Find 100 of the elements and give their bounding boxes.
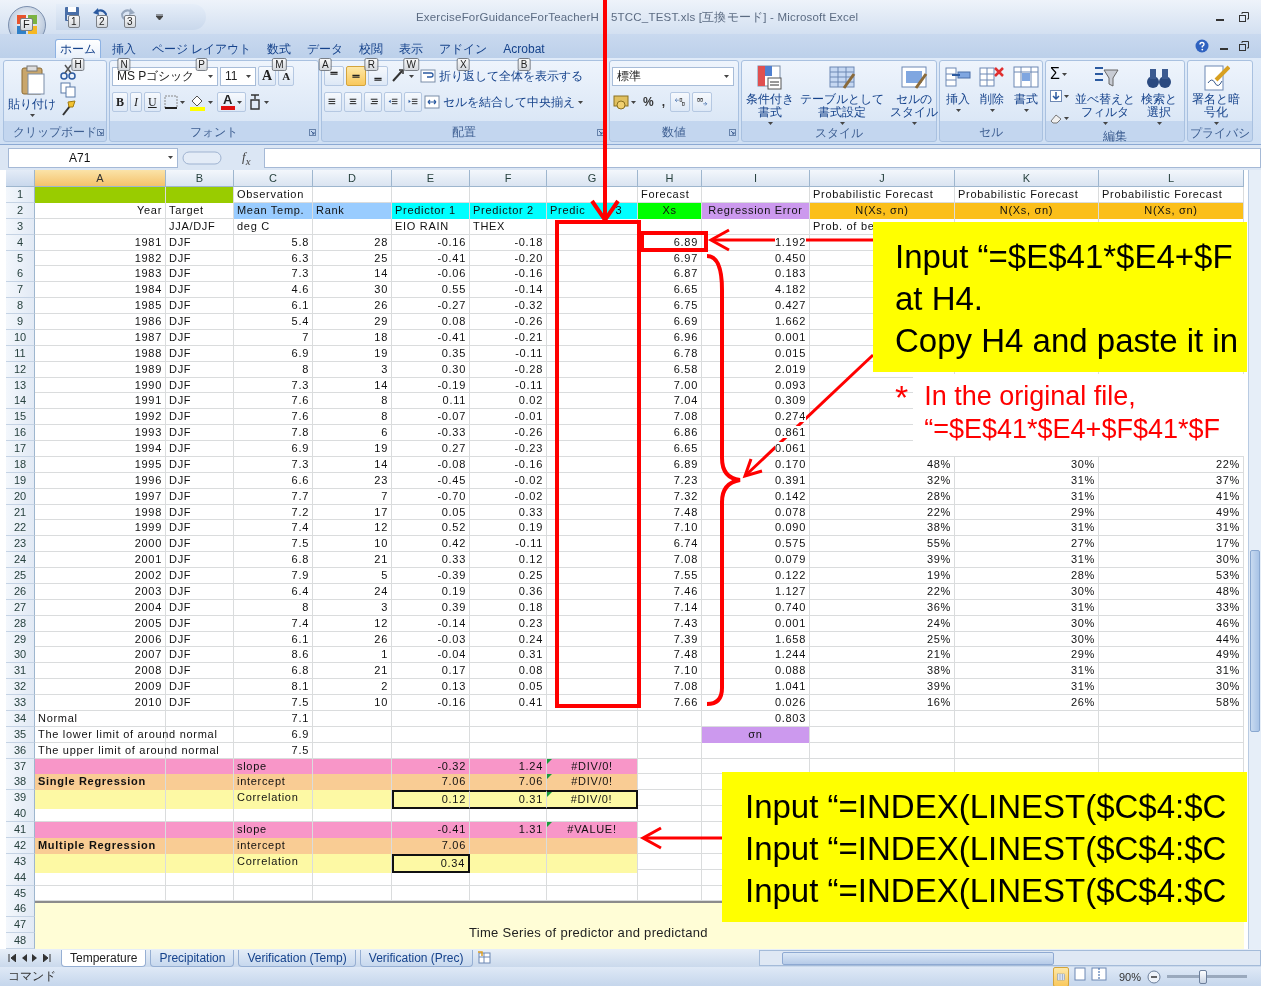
- next-sheet-icon[interactable]: [32, 954, 38, 962]
- row-header[interactable]: 25: [6, 568, 35, 584]
- caret-icon[interactable]: [1213, 122, 1219, 125]
- column-header[interactable]: D: [313, 170, 392, 187]
- column-header[interactable]: E: [392, 170, 470, 187]
- decrease-decimal-icon[interactable]: [692, 92, 712, 112]
- row-header[interactable]: 15: [6, 409, 35, 426]
- bold-button[interactable]: B: [112, 92, 128, 112]
- name-box[interactable]: A71: [8, 147, 178, 168]
- sheet-tab[interactable]: Verification (Temp): [238, 949, 356, 967]
- align-right-icon[interactable]: [364, 92, 382, 112]
- row-header[interactable]: 46: [6, 901, 35, 918]
- row-header[interactable]: 31: [6, 663, 35, 680]
- row-header[interactable]: 22: [6, 520, 35, 537]
- caret-icon[interactable]: [1061, 72, 1067, 76]
- sheet-tab[interactable]: Temperature: [61, 949, 147, 967]
- row-header[interactable]: 9: [6, 314, 35, 330]
- scissors-icon[interactable]: [60, 64, 76, 80]
- caret-icon[interactable]: [29, 114, 35, 117]
- ribbon-button[interactable]: 署名と暗 号化: [1190, 64, 1242, 125]
- row-header[interactable]: 7: [6, 282, 35, 299]
- ribbon-tab[interactable]: Acrobat: [498, 39, 550, 58]
- ribbon-button[interactable]: セルの スタイル: [888, 64, 940, 125]
- caret-icon[interactable]: [724, 74, 729, 78]
- ribbon-button[interactable]: 書式: [1010, 64, 1042, 123]
- ribbon-tab[interactable]: 挿入: [107, 39, 141, 58]
- caret-icon[interactable]: [767, 122, 773, 125]
- previous-sheet-icon[interactable]: [21, 954, 27, 962]
- last-sheet-icon[interactable]: [43, 954, 51, 962]
- ribbon-button[interactable]: 条件付き 書式: [744, 64, 796, 125]
- caret-icon[interactable]: [911, 122, 917, 125]
- align-left-icon[interactable]: [324, 92, 342, 112]
- dialog-launcher-icon[interactable]: [309, 129, 316, 136]
- row-header[interactable]: 6: [6, 266, 35, 283]
- row-header[interactable]: 47: [6, 917, 35, 934]
- underline-button[interactable]: U: [144, 92, 161, 112]
- currency-icon[interactable]: [612, 93, 638, 111]
- row-header[interactable]: 17: [6, 441, 35, 457]
- merge-center-button[interactable]: セルを結合して中央揃え: [424, 91, 583, 113]
- caret-icon[interactable]: [989, 109, 995, 112]
- ribbon-button[interactable]: 挿入: [942, 64, 974, 123]
- scroll-thumb[interactable]: [1250, 550, 1260, 732]
- row-header[interactable]: 14: [6, 393, 35, 410]
- dialog-launcher-icon[interactable]: [597, 129, 604, 136]
- ribbon-tab[interactable]: ホーム: [55, 39, 101, 58]
- align-center-icon[interactable]: [344, 92, 362, 112]
- decrease-indent-icon[interactable]: [384, 92, 402, 112]
- fill-color-icon[interactable]: [188, 93, 215, 111]
- align-top-icon[interactable]: [324, 66, 344, 86]
- row-header[interactable]: 32: [6, 679, 35, 696]
- caret-icon[interactable]: [955, 109, 961, 112]
- column-header[interactable]: C: [234, 170, 313, 187]
- row-header[interactable]: 16: [6, 425, 35, 442]
- dialog-launcher-icon[interactable]: [97, 129, 104, 136]
- restore-icon[interactable]: [1239, 12, 1249, 22]
- column-header[interactable]: I: [702, 170, 810, 187]
- format-painter-icon[interactable]: [60, 100, 76, 116]
- font-color-button[interactable]: A: [216, 92, 246, 112]
- help-icon[interactable]: [1195, 39, 1209, 53]
- paste-button[interactable]: 貼り付け: [6, 64, 58, 123]
- caret-icon[interactable]: [839, 122, 845, 125]
- percent-button[interactable]: %: [640, 95, 657, 109]
- ribbon-tab[interactable]: データ: [302, 39, 349, 58]
- column-header[interactable]: G: [547, 170, 638, 187]
- italic-button[interactable]: I: [130, 92, 142, 112]
- scroll-thumb[interactable]: [782, 952, 1054, 965]
- number-format-field[interactable]: 標準: [612, 66, 734, 86]
- border-icon[interactable]: [162, 93, 187, 111]
- phonetic-guide-icon[interactable]: [247, 93, 272, 111]
- dialog-launcher-icon[interactable]: [729, 129, 736, 136]
- row-header[interactable]: 8: [6, 298, 35, 315]
- caret-icon[interactable]: [1102, 122, 1108, 125]
- ribbon-tab[interactable]: アドイン: [434, 39, 493, 58]
- caret-icon[interactable]: [246, 74, 251, 78]
- caret-icon[interactable]: [236, 100, 242, 104]
- ribbon-button[interactable]: 並べ替えと フィルタ: [1073, 64, 1137, 128]
- caret-icon[interactable]: [578, 100, 583, 104]
- caret-icon[interactable]: [1064, 94, 1069, 98]
- ribbon-tab[interactable]: ページ レイアウト: [147, 39, 257, 58]
- increase-decimal-icon[interactable]: [670, 92, 690, 112]
- row-header[interactable]: 33: [6, 695, 35, 711]
- column-header[interactable]: F: [470, 170, 547, 187]
- column-header[interactable]: K: [955, 170, 1099, 187]
- dropdown-icon[interactable]: [156, 14, 163, 20]
- ribbon-tab[interactable]: 校閲: [354, 39, 389, 58]
- row-header[interactable]: 24: [6, 552, 35, 569]
- autosum-button[interactable]: Σ: [1048, 64, 1071, 84]
- column-header[interactable]: L: [1099, 170, 1244, 187]
- ribbon-button[interactable]: テーブルとして 書式設定: [798, 64, 886, 125]
- caret-icon[interactable]: [168, 156, 173, 159]
- caret-icon[interactable]: [1156, 122, 1162, 125]
- caret-icon[interactable]: [1064, 116, 1069, 120]
- align-middle-icon[interactable]: [346, 66, 366, 86]
- row-header[interactable]: 40: [6, 806, 35, 823]
- zoom-level[interactable]: 90%: [1118, 970, 1141, 983]
- column-header[interactable]: A: [35, 170, 166, 187]
- row-header[interactable]: 23: [6, 536, 35, 553]
- caret-icon[interactable]: [208, 74, 213, 78]
- column-header[interactable]: H: [638, 170, 702, 187]
- horizontal-scrollbar[interactable]: [759, 950, 1261, 966]
